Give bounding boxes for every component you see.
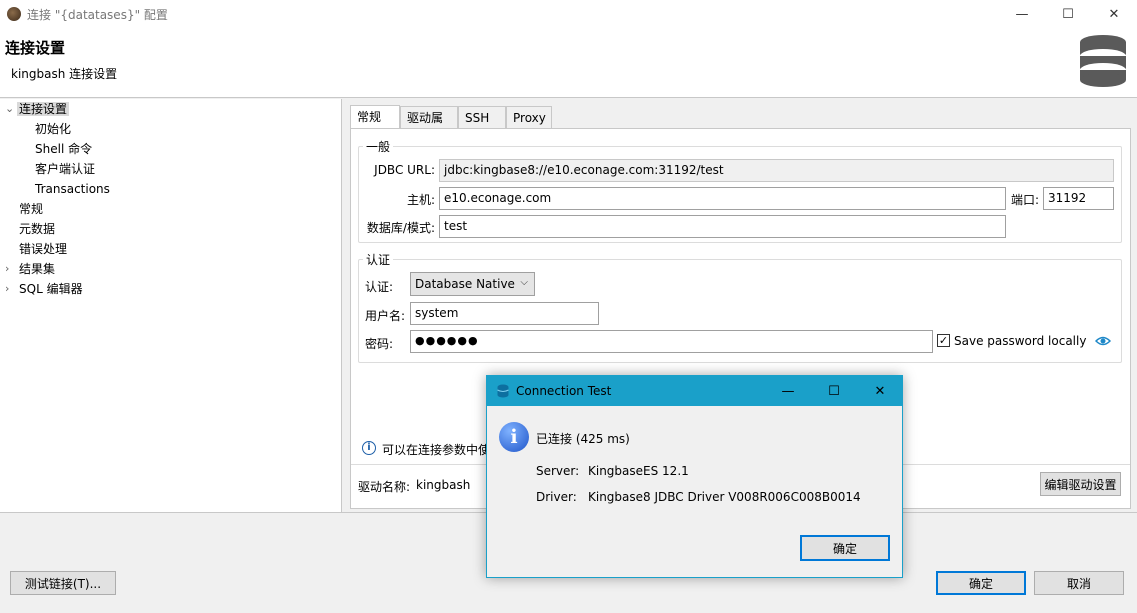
tree-item-resultset[interactable]: 结果集 <box>19 260 55 278</box>
dialog-ok-button[interactable]: 确定 <box>800 535 890 561</box>
close-button[interactable]: ✕ <box>1091 0 1137 28</box>
tab-driver-properties[interactable]: 驱动属性 <box>400 106 458 147</box>
tree-item-error-handling[interactable]: 错误处理 <box>19 240 67 258</box>
tree-item-transactions[interactable]: Transactions <box>35 180 110 198</box>
server-value: KingbaseES 12.1 <box>588 464 689 478</box>
tree-item-general[interactable]: 常规 <box>19 200 43 218</box>
tree-item-sql-editor[interactable]: SQL 编辑器 <box>19 280 83 298</box>
tree-item-init[interactable]: 初始化 <box>35 120 71 138</box>
host-label: 主机: <box>406 193 435 207</box>
tree-item-client-auth[interactable]: 客户端认证 <box>35 160 95 178</box>
hint-text: 可以在连接参数中使 <box>382 443 491 457</box>
save-password-label: Save password locally <box>954 334 1087 348</box>
driver-name-value: kingbash <box>416 478 471 492</box>
jdbc-url-label: JDBC URL: <box>374 163 435 177</box>
chevron-right-icon[interactable]: › <box>5 280 15 298</box>
tree-item-shell[interactable]: Shell 命令 <box>35 140 92 158</box>
tree-item-metadata[interactable]: 元数据 <box>19 220 55 238</box>
username-label: 用户名: <box>365 309 406 323</box>
tab-proxy[interactable]: Proxy <box>506 106 552 128</box>
dialog-minimize-button[interactable]: — <box>765 376 811 406</box>
page-title: 连接设置 <box>5 39 66 57</box>
driver-name-label: 驱动名称: <box>358 480 411 494</box>
general-group-label: 一般 <box>363 138 394 155</box>
edit-driver-button[interactable]: 编辑驱动设置 <box>1040 472 1121 496</box>
test-connection-button[interactable]: 测试链接(T)... <box>10 571 116 595</box>
page-subtitle: kingbash 连接设置 <box>11 67 118 81</box>
maximize-button[interactable]: ☐ <box>1045 0 1091 28</box>
dialog-titlebar: Connection Test — ☐ ✕ <box>487 376 902 406</box>
server-label: Server: <box>536 464 580 478</box>
chevron-down-icon[interactable]: ⌄ <box>5 100 15 118</box>
port-label: 端口: <box>1010 193 1039 207</box>
tree-item-connection-settings[interactable]: 连接设置 <box>17 100 70 118</box>
connection-status: 已连接 (425 ms) <box>536 432 630 446</box>
eye-icon[interactable] <box>1095 335 1111 347</box>
host-field[interactable]: e10.econage.com <box>439 187 1006 210</box>
app-icon <box>7 7 21 21</box>
dialog-title: Connection Test <box>516 384 612 398</box>
port-field[interactable]: 31192 <box>1043 187 1114 210</box>
auth-label: 认证: <box>365 280 394 294</box>
driver-label: Driver: <box>536 490 577 504</box>
chevron-down-icon: ⌵ <box>520 277 528 288</box>
chevron-right-icon[interactable]: › <box>5 260 15 278</box>
dialog-close-button[interactable]: ✕ <box>857 376 903 406</box>
window-title: 连接 "{datatases}" 配置 <box>27 8 168 22</box>
username-field[interactable]: system <box>410 302 599 325</box>
minimize-button[interactable]: — <box>999 0 1045 28</box>
password-field[interactable]: ●●●●●● <box>410 330 933 353</box>
driver-value: Kingbase8 JDBC Driver V008R006C008B0014 <box>588 490 861 504</box>
save-password-checkbox[interactable]: ✓ <box>937 334 950 347</box>
jdbc-url-field[interactable]: jdbc:kingbase8://e10.econage.com:31192/t… <box>439 159 1114 182</box>
settings-tree: ⌄ 连接设置 初始化 Shell 命令 客户端认证 Transactions 常… <box>0 99 342 512</box>
database-icon <box>497 384 509 398</box>
info-icon: i <box>362 441 376 455</box>
info-icon: i <box>499 422 529 452</box>
auth-method-select[interactable]: Database Native ⌵ <box>410 272 535 296</box>
ok-button[interactable]: 确定 <box>936 571 1026 595</box>
tab-ssh[interactable]: SSH <box>458 106 506 128</box>
password-label: 密码: <box>365 337 394 351</box>
cancel-button[interactable]: 取消 <box>1034 571 1124 595</box>
window-titlebar: 连接 "{datatases}" 配置 — ☐ ✕ <box>0 0 1137 28</box>
database-field[interactable]: test <box>439 215 1006 238</box>
auth-group-label: 认证 <box>363 251 394 268</box>
database-icon <box>1080 35 1126 87</box>
page-header: 连接设置 kingbash 连接设置 <box>0 28 1137 98</box>
dialog-maximize-button[interactable]: ☐ <box>811 376 857 406</box>
tab-general[interactable]: 常规 <box>350 105 400 128</box>
database-label: 数据库/模式: <box>366 221 435 235</box>
connection-test-dialog: Connection Test — ☐ ✕ i 已连接 (425 ms) Ser… <box>486 375 903 578</box>
